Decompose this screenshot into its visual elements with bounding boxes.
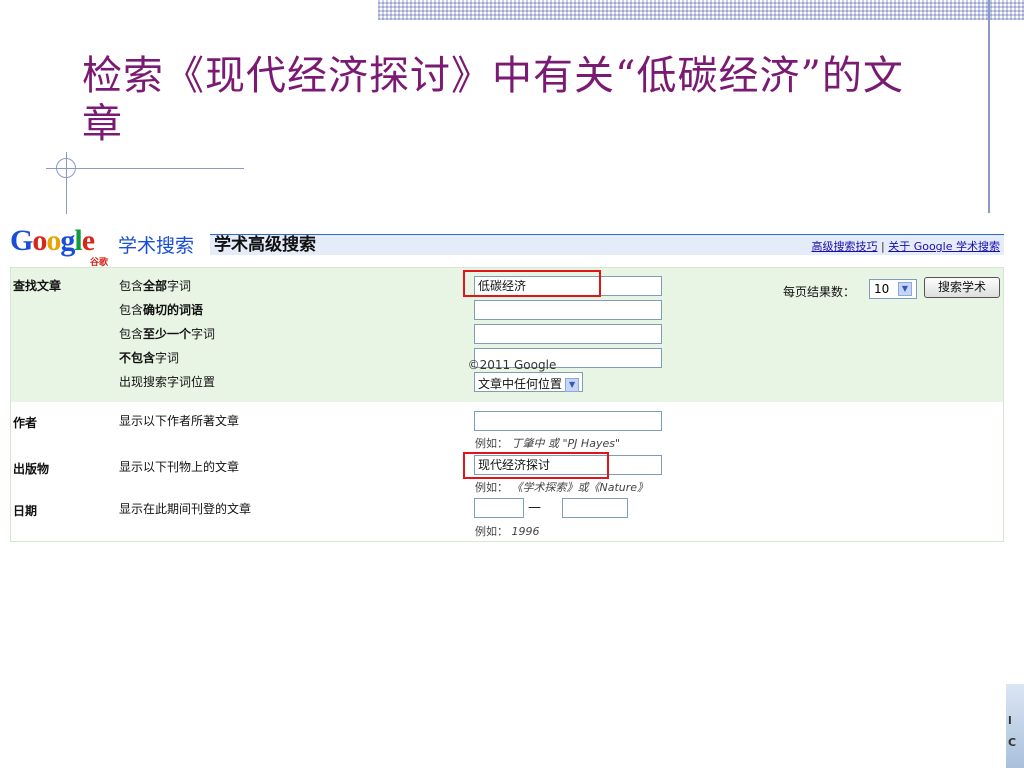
section-label: 查找文章 <box>13 279 62 293</box>
row-label-exact-phrase: 包含确切的词语 <box>119 301 203 318</box>
header-bar: 学术高级搜索 高级搜索技巧 | 关于 Google 学术搜索 <box>210 234 1004 255</box>
hint-prefix: 例如： <box>475 481 508 494</box>
author-input[interactable] <box>474 411 662 431</box>
date-from-input[interactable] <box>474 498 524 518</box>
slide-title: 检索《现代经济探讨》中有关“低碳经济”的文章 <box>82 53 904 147</box>
label-part: 包含 <box>119 303 144 317</box>
row-label-author: 显示以下作者所著文章 <box>119 414 240 428</box>
corner-decoration: l C <box>1006 684 1024 768</box>
row-label-date: 显示在此期间刊登的文章 <box>119 502 252 516</box>
publication-hint: 例如： 《学术探索》或《Nature》 <box>475 479 648 495</box>
decorative-circle <box>56 158 76 178</box>
date-dash: — <box>528 500 541 515</box>
logo-letter: g <box>60 224 75 257</box>
date-to-input[interactable] <box>562 498 628 518</box>
scholar-header: Google 谷歌 学术搜索 学术高级搜索 高级搜索技巧 | 关于 Google… <box>10 222 1004 268</box>
chevron-down-icon: ▼ <box>898 282 912 296</box>
label-part: 包含 <box>119 279 144 293</box>
results-per-page-label: 每页结果数： <box>783 285 856 299</box>
highlight-box <box>463 270 601 297</box>
section-label: 出版物 <box>13 462 50 476</box>
hint-prefix: 例如： <box>475 437 508 450</box>
section-label: 作者 <box>13 416 38 430</box>
search-scholar-button[interactable]: 搜索学术 <box>924 277 1000 298</box>
logo-letter: o <box>46 224 61 257</box>
decoration-glyph: C <box>1008 736 1017 749</box>
logo-letter: o <box>32 224 47 257</box>
search-tips-link[interactable]: 高级搜索技巧 <box>811 240 877 253</box>
select-value: 10 <box>874 282 890 296</box>
results-per-page-select[interactable]: 10 ▼ <box>869 279 917 299</box>
row-label-publication: 显示以下刊物上的文章 <box>119 460 240 474</box>
label-part: 至少一个 <box>143 327 192 341</box>
logo-letter: G <box>10 224 33 257</box>
decorative-line <box>988 0 990 213</box>
scholar-advanced-search: Google 谷歌 学术搜索 学术高级搜索 高级搜索技巧 | 关于 Google… <box>10 222 1004 542</box>
row-label-any-words: 包含至少一个字词 <box>119 325 215 342</box>
logo-letter: e <box>81 224 95 257</box>
google-logo[interactable]: Google <box>10 224 95 258</box>
hint-prefix: 例如： <box>475 525 508 538</box>
decoration-glyph: l <box>1008 714 1012 727</box>
exact-phrase-input[interactable] <box>474 300 662 320</box>
section-label: 日期 <box>13 504 38 518</box>
label-part: 确切的词语 <box>143 303 204 317</box>
product-label: 学术搜索 <box>118 235 195 257</box>
any-words-input[interactable] <box>474 324 662 344</box>
page-heading: 学术高级搜索 <box>214 235 316 255</box>
logo-letter: l <box>74 224 82 257</box>
find-articles-panel: 查找文章 包含全部字词 低碳经济 包含确切的词语 包含至少一个字词 不包含字词 … <box>10 267 1004 405</box>
hint-example: 丁肇中 或 "PJ Hayes" <box>511 437 621 450</box>
row-label-position: 出现搜索字词位置 <box>119 375 216 389</box>
about-scholar-link[interactable]: 关于 Google 学术搜索 <box>888 240 1000 253</box>
highlight-box <box>463 452 609 479</box>
refine-panel: 作者 显示以下作者所著文章 例如： 丁肇中 或 "PJ Hayes" 出版物 显… <box>10 402 1004 542</box>
chevron-down-icon: ▼ <box>565 377 580 392</box>
author-hint: 例如： 丁肇中 或 "PJ Hayes" <box>475 435 620 451</box>
header-links: 高级搜索技巧 | 关于 Google 学术搜索 <box>811 238 1000 254</box>
occurrence-select[interactable]: 文章中任何位置 ▼ <box>474 372 584 392</box>
decorative-stripe <box>378 0 1024 20</box>
copyright: ©2011 Google <box>467 358 557 372</box>
hint-example: 《学术探索》或《Nature》 <box>511 481 649 494</box>
label-part: 字词 <box>191 327 216 341</box>
hint-example: 1996 <box>511 525 540 538</box>
date-hint: 例如： 1996 <box>475 523 540 539</box>
select-value: 文章中任何位置 <box>478 377 563 391</box>
link-separator: | <box>880 240 885 253</box>
label-part: 字词 <box>167 279 192 293</box>
row-label-all-words: 包含全部字词 <box>119 277 191 294</box>
label-part: 全部 <box>143 279 168 293</box>
label-part: 包含 <box>119 327 144 341</box>
